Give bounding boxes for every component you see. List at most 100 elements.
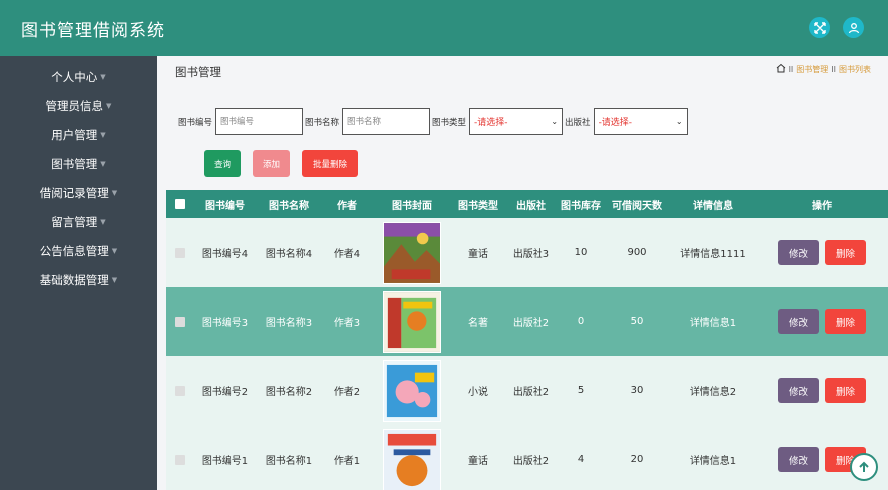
add-button[interactable]: 添加 [253,150,290,177]
column-header: 详情信息 [693,200,733,212]
sidebar-item-basic-data[interactable]: 基础数据管理 ▼ [0,265,157,294]
breadcrumb-book-list[interactable]: 图书列表 [839,64,871,75]
fullscreen-icon[interactable] [809,17,830,38]
batch-delete-button[interactable]: 批量删除 [302,150,358,177]
sidebar-item-label: 留言管理 [51,214,98,229]
row-checkbox[interactable] [166,385,194,396]
table-row: 图书编号4 图书名称4 作者4 童话 出版社3 10 900 详情信息1111 … [166,218,888,287]
book-type-select[interactable]: -请选择- ⌄ [469,108,564,135]
user-icon[interactable] [843,17,864,38]
book-type-label: 图书类型 [432,117,467,128]
publisher-select[interactable]: -请选择- ⌄ [593,108,688,135]
row-checkbox[interactable] [166,247,194,258]
sidebar-item-admin-info[interactable]: 管理员信息 ▼ [0,91,157,120]
home-icon[interactable] [776,63,786,75]
cell-stock: 10 [574,247,588,258]
column-header: 图书库存 [561,200,601,212]
sidebar-item-label: 个人中心 [51,69,98,84]
cell-book-type: 童话 [468,456,488,467]
search-form: 图书编号 图书名称 图书类型 -请选择- ⌄ 出版社 -请选择- ⌄ [178,108,690,135]
edit-button[interactable]: 修改 [778,447,819,472]
column-header: 作者 [337,200,357,212]
scroll-to-top-button[interactable] [850,453,878,481]
sidebar: 个人中心 ▼ 管理员信息 ▼ 用户管理 ▼ 图书管理 ▼ 借阅记录管理 ▼ 留言管理 ▼ 公… [0,56,157,490]
sidebar-item-announcements[interactable]: 公告信息管理 ▼ [0,236,157,265]
delete-button[interactable]: 删除 [825,378,866,403]
book-cover-image [383,221,441,284]
cell-borrow-days: 30 [630,385,644,396]
breadcrumb: II 图书管理 II 图书列表 [776,63,871,75]
top-bar: 图书管理借阅系统 [0,0,888,56]
sidebar-item-label: 基础数据管理 [39,272,109,287]
cell-author: 作者3 [333,318,361,329]
edit-button[interactable]: 修改 [778,378,819,403]
cell-book-name: 图书名称4 [265,249,313,260]
cell-publisher: 出版社3 [512,249,550,260]
chevron-down-icon: ▼ [111,246,118,255]
sidebar-item-book-management[interactable]: 图书管理 ▼ [0,149,157,178]
page-title: 图书管理 [175,65,221,79]
chevron-down-icon: ▼ [100,130,106,139]
sidebar-item-label: 借阅记录管理 [39,185,109,200]
delete-button[interactable]: 删除 [825,240,866,265]
column-header: 图书编号 [205,200,245,212]
cell-book-type: 小说 [468,387,488,398]
cell-book-name: 图书名称3 [265,318,313,329]
book-no-input[interactable] [215,108,304,135]
chevron-down-icon: ▼ [100,159,106,168]
sidebar-item-label: 管理员信息 [45,98,104,113]
cell-stock: 4 [577,454,585,465]
cell-borrow-days: 900 [627,247,647,258]
book-name-label: 图书名称 [305,117,340,128]
sidebar-item-messages[interactable]: 留言管理 ▼ [0,207,157,236]
sidebar-item-label: 图书管理 [51,156,98,171]
chevron-down-icon: ▼ [100,72,106,81]
book-cover-image [383,428,441,490]
cell-book-no: 图书编号1 [201,456,249,467]
edit-button[interactable]: 修改 [778,309,819,334]
book-name-input[interactable] [342,108,431,135]
main-content: 图书管理 II 图书管理 II 图书列表 图书编号 图书名称 图书类型 -请选择… [157,56,888,490]
chevron-down-icon: ▼ [106,101,112,110]
sidebar-item-personal-center[interactable]: 个人中心 ▼ [0,62,157,91]
row-checkbox[interactable] [166,316,194,327]
column-header: 可借阅天数 [612,200,662,212]
row-checkbox[interactable] [166,454,194,465]
breadcrumb-book-management[interactable]: 图书管理 [796,64,828,75]
column-header: 图书类型 [458,200,498,212]
cell-book-no: 图书编号2 [201,387,249,398]
cell-author: 作者1 [333,456,361,467]
chevron-down-icon: ▼ [100,217,106,226]
table-row: 图书编号3 图书名称3 作者3 名著 出版社2 0 50 详情信息1 修改 删除 [166,287,888,356]
query-button[interactable]: 查询 [204,150,241,177]
edit-button[interactable]: 修改 [778,240,819,265]
sidebar-item-label: 公告信息管理 [39,243,109,258]
sidebar-item-user-management[interactable]: 用户管理 ▼ [0,120,157,149]
cell-stock: 5 [577,385,585,396]
cell-borrow-days: 20 [630,454,644,465]
column-header: 操作 [812,200,832,212]
cell-author: 作者2 [333,387,361,398]
cell-book-no: 图书编号4 [201,249,249,260]
book-no-label: 图书编号 [178,117,213,128]
cell-book-name: 图书名称2 [265,387,313,398]
table-row: 图书编号1 图书名称1 作者1 童话 出版社2 4 20 详情信息1 修改 删除 [166,425,888,490]
book-table: 图书编号 图书名称 作者 图书封面 图书类型 出版社 图书库存 可借阅天数 详情… [166,190,888,490]
breadcrumb-separator: II [831,64,836,74]
cell-detail: 详情信息1111 [680,249,746,260]
chevron-down-icon: ▼ [111,188,118,197]
cell-publisher: 出版社2 [512,387,550,398]
publisher-label: 出版社 [565,117,591,128]
chevron-down-icon: ▼ [111,275,118,284]
cell-book-name: 图书名称1 [265,456,313,467]
sidebar-item-borrow-records[interactable]: 借阅记录管理 ▼ [0,178,157,207]
cell-publisher: 出版社2 [512,456,550,467]
delete-button[interactable]: 删除 [825,309,866,334]
sidebar-item-label: 用户管理 [51,127,98,142]
cell-author: 作者4 [333,249,361,260]
select-all-checkbox[interactable] [166,199,194,209]
table-header: 图书编号 图书名称 作者 图书封面 图书类型 出版社 图书库存 可借阅天数 详情… [166,190,888,218]
arrow-up-icon [859,461,869,472]
app-title: 图书管理借阅系统 [21,20,165,41]
cell-detail: 详情信息2 [689,387,737,398]
